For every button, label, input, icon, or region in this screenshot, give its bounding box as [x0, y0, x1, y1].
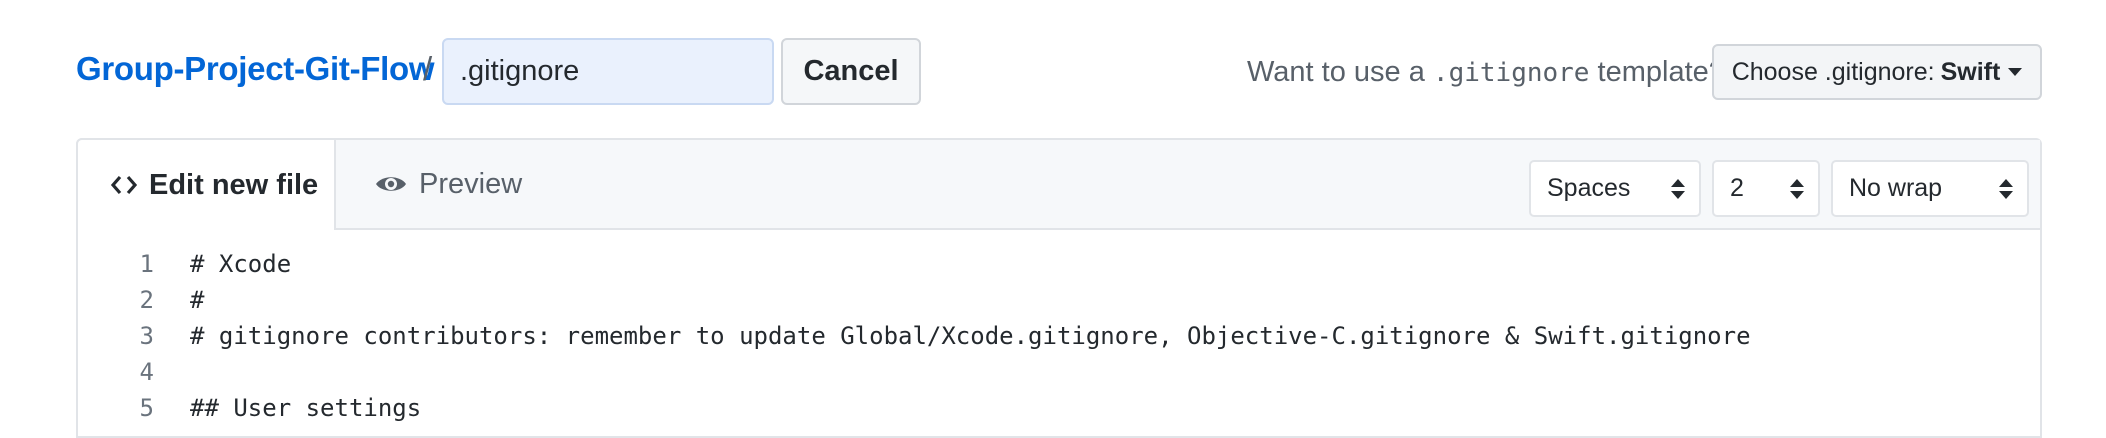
choose-template-button[interactable]: Choose .gitignore: Swift: [1712, 44, 2042, 100]
editor-header: Edit new file Preview Spaces 2 No wrap: [76, 138, 2040, 230]
line-number: 3: [139, 322, 154, 350]
file-editor: Edit new file Preview Spaces 2 No wrap 1…: [76, 138, 2042, 438]
cancel-button[interactable]: Cancel: [781, 38, 921, 105]
code-line: 3 # gitignore contributors: remember to …: [78, 318, 2040, 354]
line-text[interactable]: ## User settings: [154, 394, 421, 422]
code-icon: [111, 174, 137, 196]
tab-edit-new-file[interactable]: Edit new file: [76, 138, 336, 230]
template-button-selected: Swift: [1940, 57, 2001, 86]
caret-down-icon: [2008, 68, 2023, 76]
code-line: 4: [78, 354, 2040, 390]
template-button-prefix: Choose .gitignore:: [1731, 57, 1935, 86]
code-line: 2 #: [78, 282, 2040, 318]
line-text[interactable]: # gitignore contributors: remember to up…: [154, 322, 1751, 350]
code-line: 1 # Xcode: [78, 246, 2040, 282]
file-path-bar: Group-Project-Git-Flow / Cancel Want to …: [0, 0, 2106, 140]
line-number: 1: [139, 250, 154, 278]
tab-edit-label: Edit new file: [149, 168, 319, 201]
line-number: 2: [139, 286, 154, 314]
filename-input[interactable]: [442, 38, 774, 105]
eye-icon: [375, 173, 407, 195]
line-number: 5: [139, 394, 154, 422]
template-prompt: Want to use a .gitignore template?: [1247, 56, 1725, 89]
code-editor[interactable]: 1 # Xcode 2 # 3 # gitignore contributors…: [78, 246, 2040, 426]
indent-size-value: 2: [1730, 174, 1744, 202]
repo-link[interactable]: Group-Project-Git-Flow: [76, 50, 435, 88]
code-line: 5 ## User settings: [78, 390, 2040, 426]
line-text[interactable]: # Xcode: [154, 250, 291, 278]
line-text[interactable]: #: [154, 286, 204, 314]
wrap-mode-value: No wrap: [1849, 174, 1943, 202]
path-separator: /: [423, 50, 433, 87]
tab-preview[interactable]: Preview: [375, 138, 522, 230]
indent-mode-select[interactable]: Spaces: [1529, 160, 1701, 217]
indent-mode-value: Spaces: [1547, 174, 1631, 202]
tab-preview-label: Preview: [419, 167, 523, 200]
template-prompt-code: .gitignore: [1432, 58, 1590, 88]
template-prompt-before: Want to use a: [1247, 56, 1433, 88]
template-prompt-after: template?: [1589, 56, 1725, 88]
select-arrows-icon: [1790, 178, 1804, 199]
indent-size-select[interactable]: 2: [1712, 160, 1820, 217]
select-arrows-icon: [1999, 178, 2013, 199]
line-number: 4: [139, 358, 154, 386]
select-arrows-icon: [1671, 178, 1685, 199]
wrap-mode-select[interactable]: No wrap: [1831, 160, 2029, 217]
